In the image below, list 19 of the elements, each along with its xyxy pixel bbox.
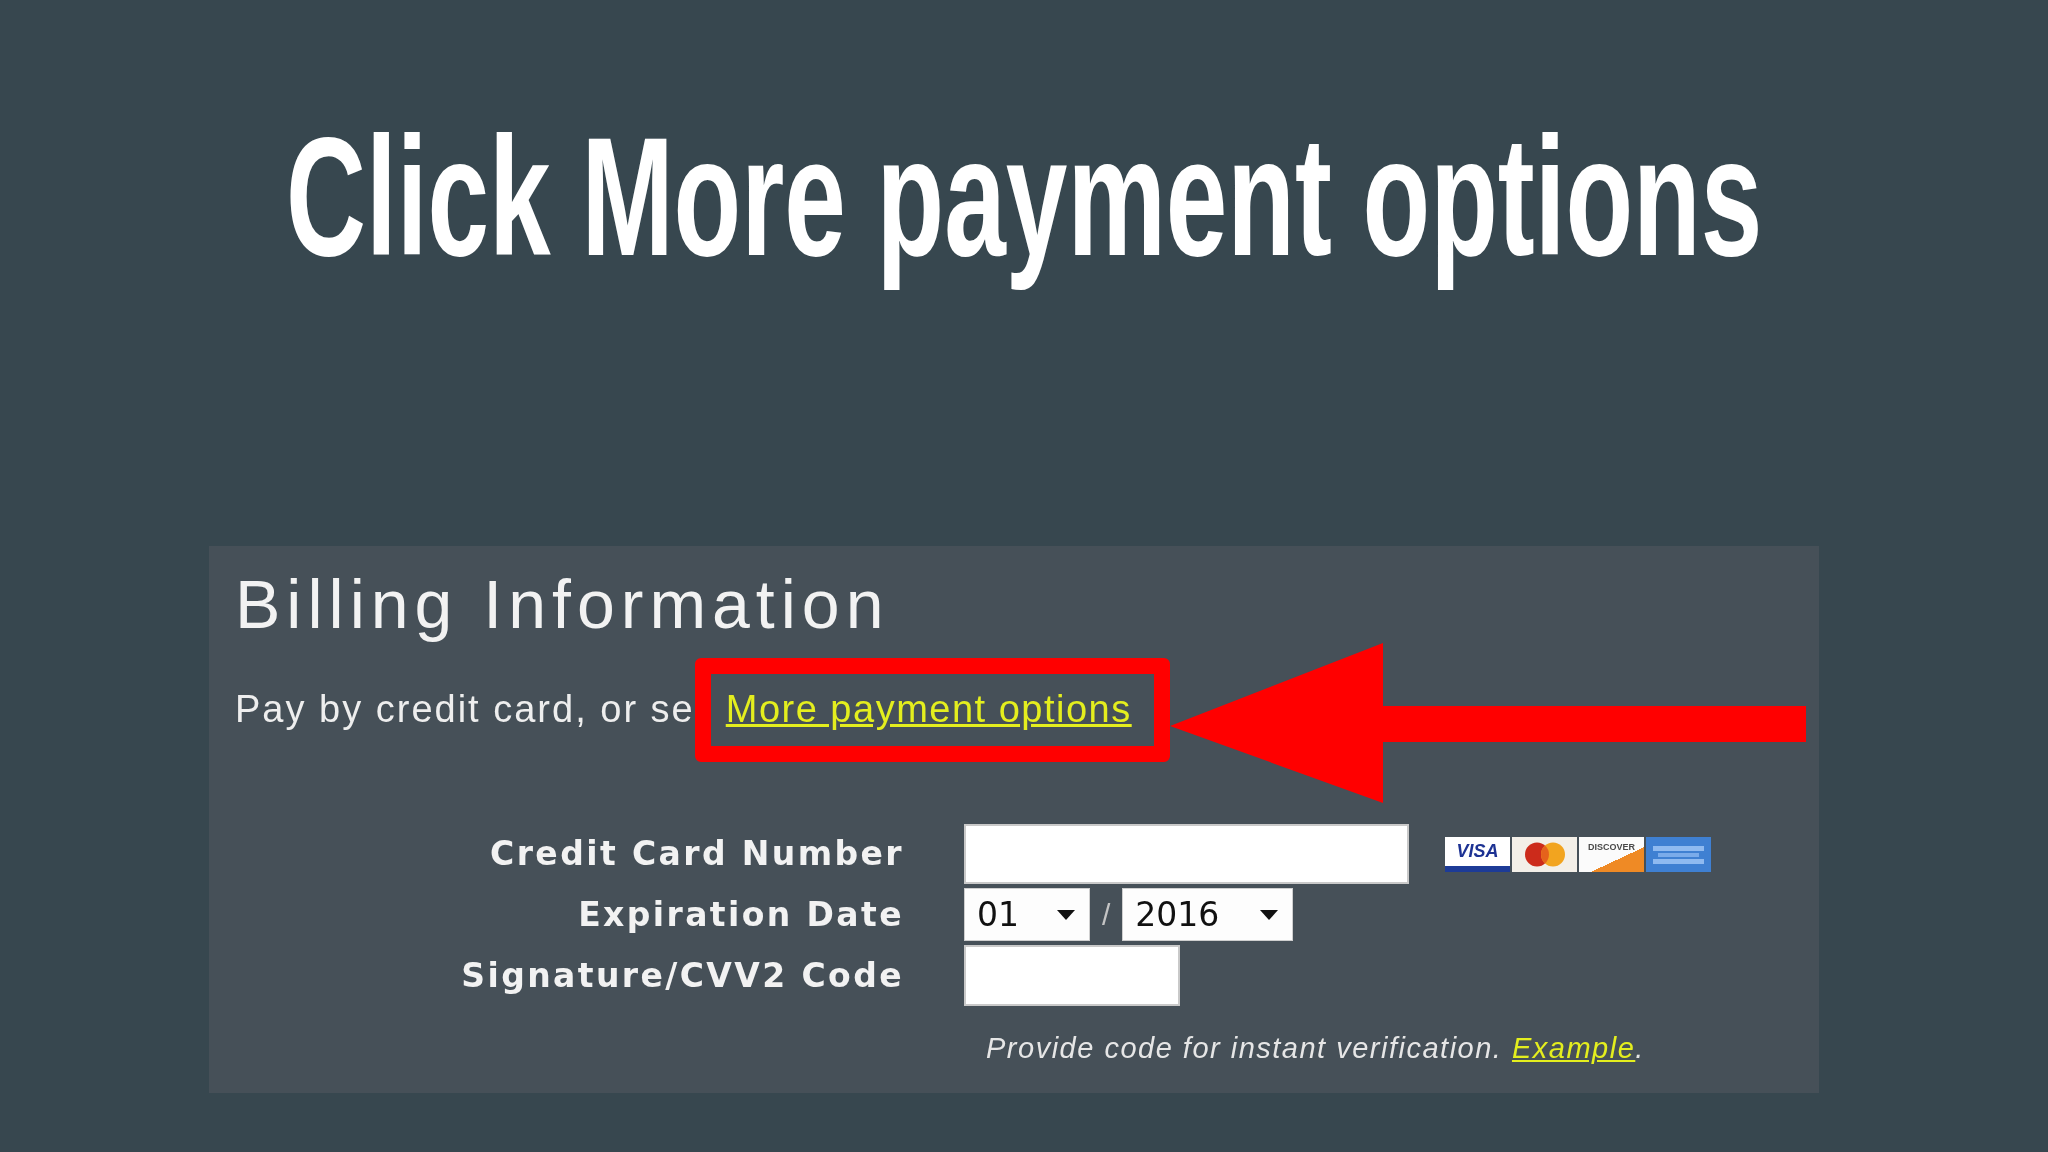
field-label: Signature/CVV2 Code [461, 955, 904, 996]
caret-icon [1260, 909, 1279, 920]
card-number-input[interactable] [964, 824, 1409, 884]
card-logo-icon [1646, 836, 1711, 872]
month-dropdown[interactable]: 01 [964, 888, 1090, 941]
slide-title: Click More payment options [285, 101, 1763, 294]
more-payment-options-link[interactable]: More payment options [725, 687, 1132, 733]
discover-logo: DISCOVER [1579, 836, 1644, 872]
field-label: Credit Card Number [490, 834, 904, 874]
example-link[interactable]: Example [1511, 1032, 1636, 1064]
intro-text: Pay by credit card, or se [235, 687, 695, 732]
field-label: Expiration Date [578, 894, 904, 935]
date-separator: / [1102, 897, 1111, 932]
visa-logo: VISA [1445, 836, 1510, 872]
caret-icon [1057, 909, 1075, 920]
circles-logo-icon [1512, 836, 1577, 872]
hint-text: Provide code for instant verification. Example. [986, 1031, 1645, 1066]
year-dropdown[interactable]: 2016 [1122, 888, 1294, 941]
security-code-input[interactable] [964, 945, 1180, 1006]
